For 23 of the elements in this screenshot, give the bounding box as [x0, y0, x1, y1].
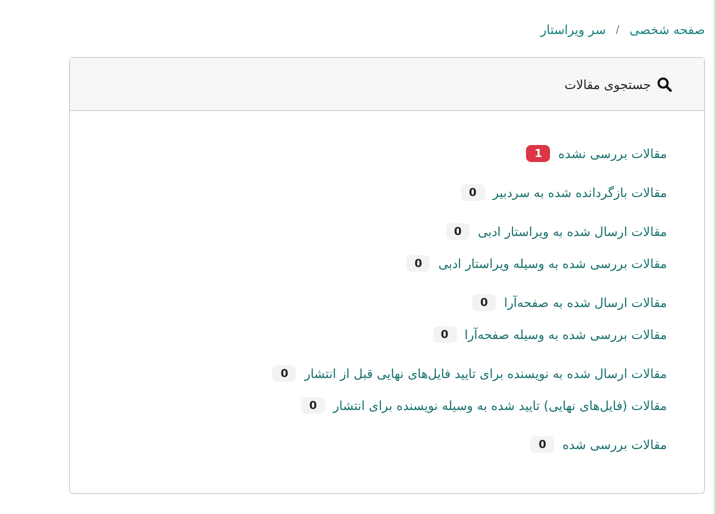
article-list-link[interactable]: مقالات بازگردانده شده به سردبیر: [492, 184, 667, 200]
article-list-link[interactable]: مقالات بررسی شده به وسیله صفحه‌آرا: [464, 326, 667, 342]
article-list-link[interactable]: مقالات بررسی شده: [562, 436, 667, 452]
count-badge: 0: [301, 396, 326, 414]
article-list-link[interactable]: مقالات بررسی نشده: [558, 146, 667, 160]
count-badge: 0: [472, 294, 496, 310]
search-icon: [657, 76, 672, 92]
count-badge: 1: [526, 144, 550, 162]
count-badge: 0: [446, 222, 470, 240]
article-list-link[interactable]: مقالات ارسال شده به صفحه‌آرا: [504, 294, 667, 310]
count-badge: 0: [406, 254, 430, 272]
card-title: جستجوی مقالات: [564, 76, 651, 92]
article-list-link[interactable]: مقالات ارسال شده به ویراستار ادبی: [478, 224, 667, 238]
breadcrumb-link[interactable]: سر ویراستار: [540, 22, 606, 37]
count-badge: 0: [530, 436, 554, 452]
count-badge: 0: [432, 326, 457, 342]
article-list-link[interactable]: مقالات (فایل‌های نهایی) تایید شده به وسیله نویسنده برای انتشار: [333, 398, 667, 412]
count-badge: 0: [272, 364, 296, 382]
breadcrumb-link[interactable]: صفحه شخصی: [630, 22, 705, 37]
count-badge: 0: [460, 184, 485, 200]
article-list-link[interactable]: مقالات بررسی شده به وسیله ویراستار ادبی: [438, 256, 667, 270]
article-list-link[interactable]: مقالات ارسال شده به نویسنده برای تایید فایل‌های نهایی قبل از انتشار: [304, 366, 667, 380]
breadcrumb-separator: /: [616, 23, 620, 36]
